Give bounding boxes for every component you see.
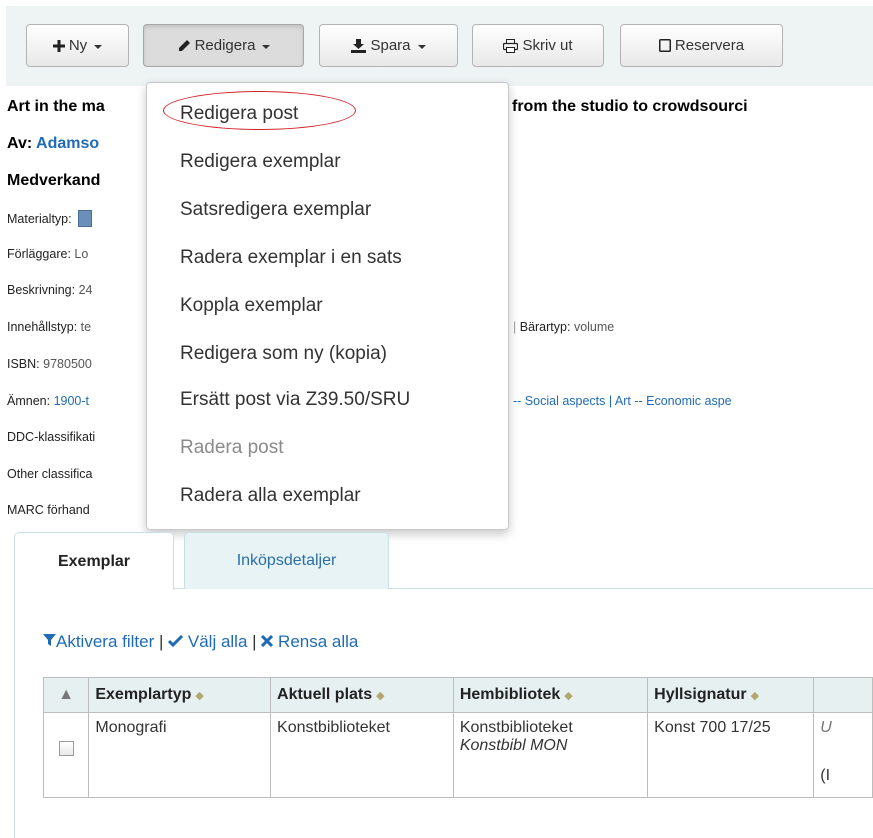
- menu-item-replace-via-z3950[interactable]: Ersätt post via Z39.50/SRU: [180, 389, 410, 411]
- table-header-row: ▲ Exemplartyp ◆ Aktuell plats ◆ Hembibliot…: [42, 677, 873, 713]
- menu-item-edit-record[interactable]: Redigera post: [180, 103, 298, 125]
- toolbar: Ny Redigera Spara Skriv ut Reservera: [6, 6, 873, 86]
- filter-links: Aktivera filter | Välj alla | Rensa alla: [43, 632, 358, 652]
- other-classification: Other classifica: [7, 467, 93, 481]
- bookmark-icon: [658, 39, 671, 52]
- chevron-down-icon: [94, 44, 103, 49]
- record-author: Av: Adamso: [7, 135, 100, 152]
- carrier-type: | Bärartyp: volume: [513, 320, 615, 334]
- material-type: Materialtyp:: [7, 210, 93, 227]
- content-type: Innehållstyp: te: [7, 320, 92, 334]
- menu-item-link-items[interactable]: Koppla exemplar: [180, 295, 323, 317]
- column-header-truncated[interactable]: [813, 677, 873, 713]
- cell-home-library: Konstbiblioteket Konstbibl MON: [452, 712, 649, 798]
- save-button-label: Spara: [370, 37, 411, 54]
- printer-icon: [503, 38, 519, 53]
- sort-column-header[interactable]: ▲: [42, 677, 90, 713]
- subjects: Ämnen: 1900-t: [7, 394, 90, 408]
- pencil-icon: [177, 39, 191, 53]
- chevron-down-icon: [262, 44, 271, 49]
- new-button[interactable]: Ny: [26, 24, 129, 67]
- author-link[interactable]: Adamso: [36, 135, 99, 152]
- menu-item-delete-record: Radera post: [180, 437, 284, 458]
- record-contributors: Medverkand: [7, 172, 101, 189]
- menu-item-delete-all-items[interactable]: Radera alla exemplar: [180, 485, 361, 507]
- edit-button-label: Redigera: [194, 37, 256, 54]
- book-icon: [78, 210, 93, 227]
- sort-icon: ◆: [564, 690, 573, 702]
- filter-icon: [43, 632, 56, 651]
- edit-button[interactable]: Redigera: [143, 24, 304, 67]
- record-title: Art in the ma from the studio to crowdsou…: [7, 98, 748, 115]
- isbn: ISBN: 9780500: [7, 357, 92, 371]
- tab-items[interactable]: Exemplar: [14, 532, 174, 590]
- new-button-label: Ny: [68, 37, 88, 54]
- download-icon: [351, 38, 367, 53]
- tab-acquisition-details[interactable]: Inköpsdetaljer: [184, 532, 389, 589]
- print-button[interactable]: Skriv ut: [472, 24, 604, 67]
- sort-icon: ◆: [376, 690, 385, 702]
- table-row: Monografi Konstbiblioteket Konstbibliote…: [42, 712, 873, 798]
- close-icon: [261, 632, 274, 651]
- save-button[interactable]: Spara: [319, 24, 458, 67]
- publisher: Förläggare: Lo: [7, 247, 89, 261]
- plus-icon: [52, 39, 65, 52]
- chevron-down-icon: [417, 44, 426, 49]
- column-header-item-type[interactable]: Exemplartyp ◆: [88, 677, 272, 713]
- column-header-call-number[interactable]: Hyllsignatur ◆: [647, 677, 815, 713]
- menu-item-batch-edit-items[interactable]: Satsredigera exemplar: [180, 199, 371, 221]
- column-header-home-library[interactable]: Hembibliotek ◆: [452, 677, 649, 713]
- subject-link-continued[interactable]: -- Social aspects | Art -- Economic aspe: [513, 394, 732, 408]
- sort-icon: ◆: [195, 690, 204, 702]
- row-select-cell: [42, 712, 90, 798]
- menu-item-batch-delete-items[interactable]: Radera exemplar i en sats: [180, 247, 402, 269]
- cell-item-type: Monografi: [88, 712, 272, 798]
- ddc-classification: DDC-klassifikati: [7, 430, 96, 444]
- reserve-button[interactable]: Reservera: [620, 24, 783, 67]
- marc-preview: MARC förhand: [7, 503, 90, 517]
- clear-all-link[interactable]: Rensa alla: [261, 632, 358, 651]
- sort-icon: ◆: [750, 690, 760, 702]
- edit-dropdown-menu: Redigera post Redigera exemplar Satsredi…: [146, 82, 509, 530]
- print-button-label: Skriv ut: [522, 37, 573, 54]
- description: Beskrivning: 24: [7, 283, 93, 297]
- menu-item-edit-items[interactable]: Redigera exemplar: [180, 151, 341, 173]
- subject-link[interactable]: 1900-t: [54, 394, 89, 408]
- checkmark-icon: [168, 632, 184, 651]
- subjects-continued: -- Social aspects | Art -- Economic aspe: [513, 394, 732, 408]
- row-checkbox[interactable]: [58, 741, 74, 756]
- cell-truncated: U (I: [813, 712, 873, 798]
- items-table: ▲ Exemplartyp ◆ Aktuell plats ◆ Hembibliot…: [42, 677, 873, 798]
- reserve-button-label: Reservera: [674, 37, 745, 54]
- activate-filter-link[interactable]: Aktivera filter: [43, 632, 154, 651]
- menu-item-edit-as-new[interactable]: Redigera som ny (kopia): [180, 343, 387, 365]
- cell-call-number: Konst 700 17/25: [647, 712, 815, 798]
- column-header-current-location[interactable]: Aktuell plats ◆: [270, 677, 454, 713]
- select-all-link[interactable]: Välj alla: [168, 632, 247, 651]
- cell-current-location: Konstbiblioteket: [270, 712, 454, 798]
